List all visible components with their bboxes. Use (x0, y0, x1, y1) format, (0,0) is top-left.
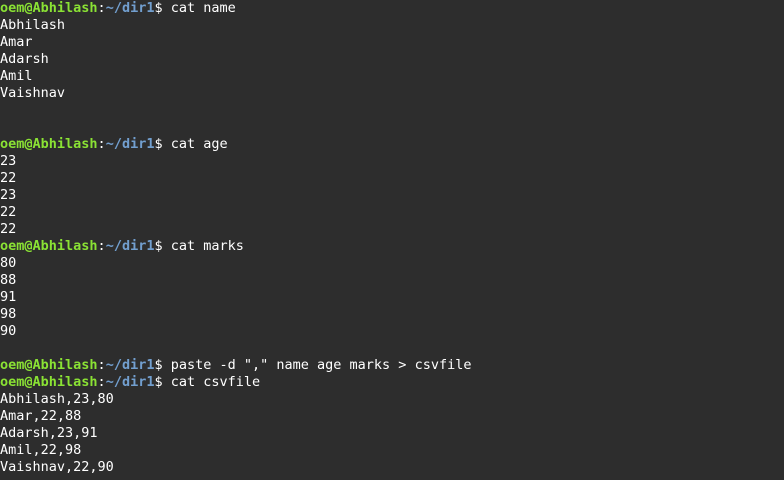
output-line: Abhilash (0, 17, 784, 34)
output-text: Abhilash,23,80 (0, 391, 114, 407)
prompt-user-host: oem@Abhilash (0, 238, 98, 254)
output-line: Adarsh,23,91 (0, 425, 784, 442)
prompt-line: oem@Abhilash:~/dir1$ paste -d "," name a… (0, 357, 784, 374)
output-line: 23 (0, 153, 784, 170)
output-text: 98 (0, 306, 17, 322)
output-line: 91 (0, 289, 784, 306)
output-text: 22 (0, 221, 17, 237)
prompt-path: ~/dir1 (105, 0, 155, 16)
prompt-separator: : (97, 374, 106, 390)
output-line: Amar,22,88 (0, 408, 784, 425)
prompt-symbol: $ (154, 238, 163, 254)
prompt-separator: : (97, 357, 106, 373)
command-text: cat name (162, 0, 236, 16)
output-line: Amil,22,98 (0, 442, 784, 459)
prompt-user-host: oem@Abhilash (0, 0, 98, 16)
output-text: Amar (0, 34, 33, 50)
output-text: 22 (0, 204, 17, 220)
prompt-symbol: $ (154, 0, 163, 16)
output-text: Vaishnav,22,90 (0, 459, 114, 475)
prompt-user-host: oem@Abhilash (0, 357, 98, 373)
command-text: cat csvfile (162, 374, 261, 390)
output-text: Abhilash (0, 17, 66, 33)
command-text: paste -d "," name age marks > csvfile (162, 357, 472, 373)
output-text: 91 (0, 289, 17, 305)
output-line: 22 (0, 170, 784, 187)
prompt-separator: : (97, 136, 106, 152)
output-text: Vaishnav (0, 85, 66, 101)
prompt-separator: : (97, 238, 106, 254)
output-line: 23 (0, 187, 784, 204)
prompt-separator: : (97, 0, 106, 16)
command-text: cat marks (162, 238, 244, 254)
prompt-path: ~/dir1 (105, 374, 155, 390)
output-text: Adarsh (0, 51, 49, 67)
output-text: Amil (0, 68, 33, 84)
output-line: 22 (0, 221, 784, 238)
prompt-line: oem@Abhilash:~/dir1$ cat csvfile (0, 374, 784, 391)
output-line: 22 (0, 204, 784, 221)
output-text: Amil,22,98 (0, 442, 82, 458)
prompt-path: ~/dir1 (105, 136, 155, 152)
output-text: 88 (0, 272, 17, 288)
output-text: 22 (0, 170, 17, 186)
output-line: 88 (0, 272, 784, 289)
output-text: Amar,22,88 (0, 408, 82, 424)
prompt-path: ~/dir1 (105, 357, 155, 373)
output-line: Abhilash,23,80 (0, 391, 784, 408)
output-line: Vaishnav (0, 85, 784, 102)
output-line: 98 (0, 306, 784, 323)
output-line: Amil (0, 68, 784, 85)
output-text: 80 (0, 255, 17, 271)
output-text: Adarsh,23,91 (0, 425, 98, 441)
output-text: 23 (0, 187, 17, 203)
prompt-user-host: oem@Abhilash (0, 374, 98, 390)
command-text: cat age (162, 136, 228, 152)
output-text: 23 (0, 153, 17, 169)
output-line: Adarsh (0, 51, 784, 68)
output-line: Vaishnav,22,90 (0, 459, 784, 476)
prompt-user-host: oem@Abhilash (0, 136, 98, 152)
prompt-symbol: $ (154, 374, 163, 390)
prompt-symbol: $ (154, 357, 163, 373)
output-line: 90 (0, 323, 784, 340)
prompt-path: ~/dir1 (105, 238, 155, 254)
prompt-symbol: $ (154, 136, 163, 152)
output-line: Amar (0, 34, 784, 51)
prompt-line: oem@Abhilash:~/dir1$ cat marks (0, 238, 784, 255)
output-line: 80 (0, 255, 784, 272)
prompt-line: oem@Abhilash:~/dir1$ cat age (0, 136, 784, 153)
prompt-line: oem@Abhilash:~/dir1$ cat name (0, 0, 784, 17)
output-text: 90 (0, 323, 17, 339)
terminal-window[interactable]: oem@Abhilash:~/dir1$ cat name Abhilash Ama… (0, 0, 784, 480)
